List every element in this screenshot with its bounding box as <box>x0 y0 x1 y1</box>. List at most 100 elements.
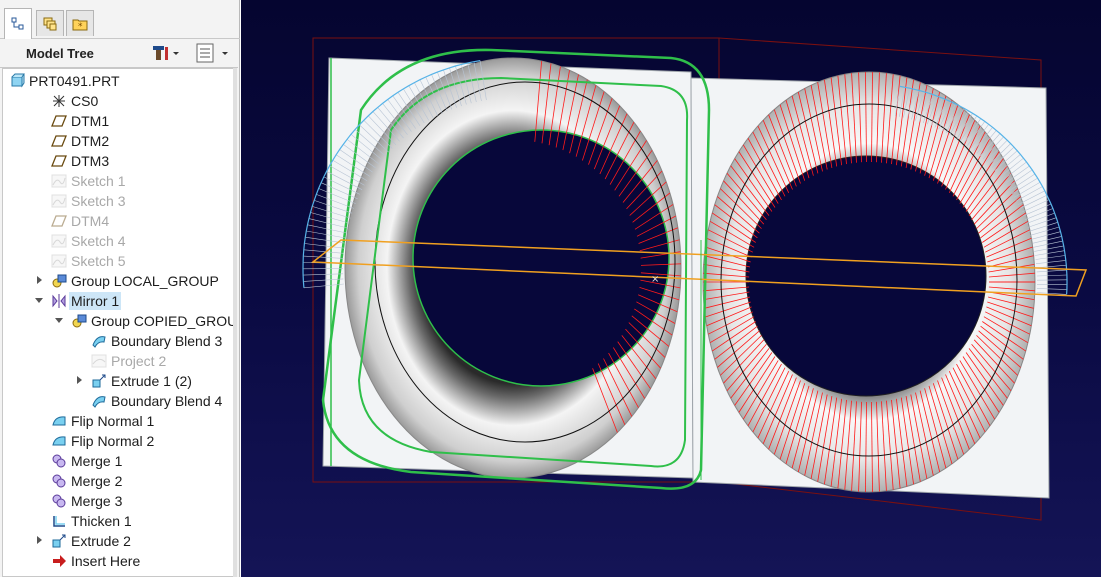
datum-plane-icon <box>51 155 67 167</box>
tree-item-label: Boundary Blend 4 <box>111 393 223 409</box>
tree-item[interactable]: DTM2 <box>3 131 233 151</box>
tree-item[interactable]: CS0 <box>3 91 233 111</box>
csys-marker: × <box>651 274 659 285</box>
panel-tabs: * <box>0 0 240 39</box>
model-tree: PRT0491.PRT CS0 DTM1 DTM2 DTM3 Sketch 1 Sketch… <box>2 68 234 577</box>
tree-item[interactable]: Thicken 1 <box>3 511 233 531</box>
insert-here-icon <box>53 555 66 567</box>
tree-item-label: Merge 1 <box>71 453 123 469</box>
tree-item-label: Sketch 5 <box>71 253 126 269</box>
sketch-icon <box>51 234 67 248</box>
merge-icon <box>52 454 66 468</box>
tree-item-label: Merge 3 <box>71 493 123 509</box>
tree-item-label: Extrude 1 (2) <box>111 373 192 389</box>
sketch-icon <box>51 174 67 188</box>
sketch-icon <box>51 194 67 208</box>
tree-icon <box>11 17 24 30</box>
tree-item-label: Flip Normal 2 <box>71 433 155 449</box>
tree-item[interactable]: Extrude 1 (2) <box>3 371 233 391</box>
layers-tab[interactable] <box>36 10 64 36</box>
tree-item[interactable]: Extrude 2 <box>3 531 233 551</box>
tree-item[interactable]: PRT0491.PRT <box>3 71 233 91</box>
tree-item[interactable]: Group LOCAL_GROUP <box>3 271 233 291</box>
expand-arrow-right-icon[interactable] <box>35 536 44 545</box>
tree-item[interactable]: Flip Normal 1 <box>3 411 233 431</box>
flip-normal-icon <box>52 436 66 446</box>
tree-item-label: DTM1 <box>71 113 110 129</box>
tree-item-label: Project 2 <box>111 353 167 369</box>
tree-item-label: Boundary Blend 3 <box>111 333 223 349</box>
tree-item[interactable]: Project 2 <box>3 351 233 371</box>
tree-item[interactable]: Sketch 5 <box>3 251 233 271</box>
tree-item-label: Sketch 3 <box>71 193 126 209</box>
tools-icon <box>153 46 179 60</box>
tree-item-label: PRT0491.PRT <box>29 73 120 89</box>
tree-item-label: Insert Here <box>71 553 141 569</box>
group-icon <box>52 274 67 288</box>
hole-left <box>412 129 670 387</box>
expand-arrow-down-icon[interactable] <box>35 296 44 305</box>
tree-item[interactable]: Sketch 4 <box>3 231 233 251</box>
tree-item[interactable]: Flip Normal 2 <box>3 431 233 451</box>
model-tree-toolbar: Model Tree <box>0 39 238 68</box>
layers-icon <box>43 17 57 30</box>
tree-item-label: Extrude 2 <box>71 533 131 549</box>
tree-item-label: Sketch 4 <box>71 233 126 249</box>
3d-graphics-window[interactable]: × <box>241 0 1101 577</box>
tree-item-label: Flip Normal 1 <box>71 413 155 429</box>
tree-item[interactable]: Sketch 3 <box>3 191 233 211</box>
group-icon <box>72 314 87 328</box>
tree-item-label: DTM4 <box>71 213 110 229</box>
tree-item[interactable]: Mirror 1 <box>3 291 233 311</box>
extrude-icon <box>92 374 106 388</box>
panel-title: Model Tree <box>26 46 94 61</box>
favorites-tab[interactable]: * <box>66 10 94 36</box>
boundary-blend-icon <box>92 336 106 348</box>
thicken-icon <box>53 516 65 527</box>
datum-plane-icon <box>51 135 67 147</box>
expand-arrow-right-icon[interactable] <box>35 276 44 285</box>
tree-item[interactable]: Boundary Blend 4 <box>3 391 233 411</box>
tree-item[interactable]: Sketch 1 <box>3 171 233 191</box>
tree-item-label: Merge 2 <box>71 473 123 489</box>
tree-item-label: DTM2 <box>71 133 110 149</box>
expand-arrow-down-icon[interactable] <box>55 316 64 325</box>
folder-star-icon: * <box>72 19 88 32</box>
tree-item-label: CS0 <box>71 93 99 109</box>
tree-settings-button[interactable] <box>152 43 182 63</box>
mirror-icon <box>52 294 66 308</box>
model-scene[interactable]: × <box>241 0 1101 577</box>
tree-item-label: Mirror 1 <box>69 292 122 310</box>
model-tree-tab[interactable] <box>4 8 32 39</box>
tree-item[interactable]: Insert Here <box>3 551 233 571</box>
tree-item-label: Sketch 1 <box>71 173 126 189</box>
tree-item[interactable]: DTM4 <box>3 211 233 231</box>
merge-icon <box>52 474 66 488</box>
part-icon <box>11 73 25 88</box>
tree-item[interactable]: Boundary Blend 3 <box>3 331 233 351</box>
tree-item[interactable]: Merge 3 <box>3 491 233 511</box>
tree-item-label: DTM3 <box>71 153 110 169</box>
tree-item-label: Group LOCAL_GROUP <box>71 273 219 289</box>
datum-plane-icon <box>51 215 67 227</box>
extrude-icon <box>52 534 66 548</box>
datum-plane-icon <box>51 115 67 127</box>
tree-item[interactable]: DTM3 <box>3 151 233 171</box>
model-tree-panel: * Model Tree PRT0491.PRT CS0 DTM1 DTM2 DTM3 S… <box>0 0 240 577</box>
tree-item[interactable]: Merge 2 <box>3 471 233 491</box>
tree-item[interactable]: Merge 1 <box>3 451 233 471</box>
tree-item-label: Thicken 1 <box>71 513 132 529</box>
merge-icon <box>52 494 66 508</box>
svg-text:*: * <box>78 22 83 32</box>
tree-item[interactable]: DTM1 <box>3 111 233 131</box>
show-list-icon <box>196 43 228 63</box>
show-button[interactable] <box>196 43 232 63</box>
tree-scrollbar[interactable] <box>233 68 237 577</box>
expand-arrow-right-icon[interactable] <box>75 376 84 385</box>
sketch-icon <box>51 254 67 268</box>
flip-normal-icon <box>52 416 66 426</box>
project-icon <box>91 354 107 368</box>
csys-icon <box>53 95 65 107</box>
tree-item[interactable]: Group COPIED_GROUP <box>3 311 233 331</box>
boundary-blend-icon <box>92 396 106 408</box>
